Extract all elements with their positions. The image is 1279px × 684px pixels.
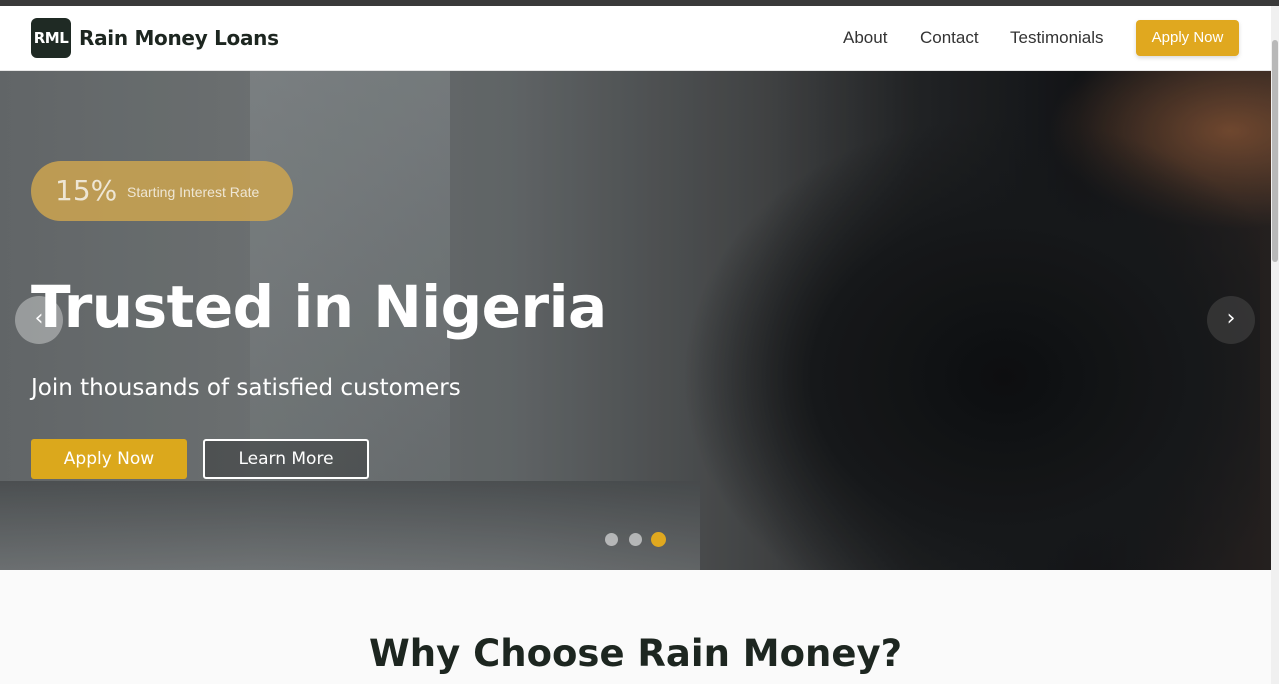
nav-link-about[interactable]: About bbox=[843, 28, 887, 48]
nav-link-contact[interactable]: Contact bbox=[920, 28, 979, 48]
carousel-next-icon[interactable]: › bbox=[1207, 296, 1255, 344]
carousel-dot-3[interactable] bbox=[651, 532, 666, 547]
hero-subtitle: Join thousands of satisfied customers bbox=[31, 375, 461, 401]
interest-rate-badge: 15% Starting Interest Rate bbox=[31, 161, 293, 221]
top-navbar: RML Rain Money Loans About Contact Testi… bbox=[0, 6, 1271, 71]
page-scrollbar-thumb[interactable] bbox=[1272, 40, 1278, 262]
brand-logo[interactable]: RML bbox=[31, 18, 71, 58]
hero-title: Trusted in Nigeria bbox=[31, 273, 607, 341]
carousel-prev-icon[interactable]: ‹ bbox=[15, 296, 63, 344]
carousel-dot-1[interactable] bbox=[605, 533, 618, 546]
hero-learn-more-button[interactable]: Learn More bbox=[203, 439, 369, 479]
hero-apply-now-button[interactable]: Apply Now bbox=[31, 439, 187, 479]
carousel-dot-2[interactable] bbox=[629, 533, 642, 546]
nav-apply-now-button[interactable]: Apply Now bbox=[1136, 20, 1239, 56]
hero-carousel: 15% Starting Interest Rate Trusted in Ni… bbox=[0, 71, 1271, 570]
interest-rate-value: 15% bbox=[55, 174, 118, 207]
interest-rate-label: Starting Interest Rate bbox=[127, 184, 260, 200]
nav-link-testimonials[interactable]: Testimonials bbox=[1010, 28, 1104, 48]
why-choose-heading: Why Choose Rain Money? bbox=[368, 632, 903, 675]
brand-name[interactable]: Rain Money Loans bbox=[79, 25, 279, 51]
